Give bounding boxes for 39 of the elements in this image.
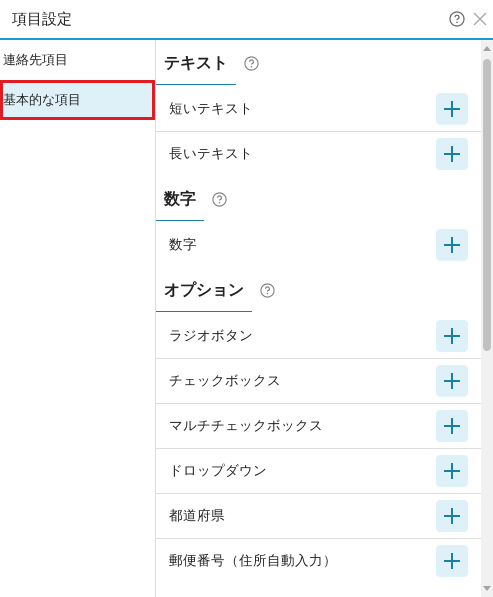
close-icon[interactable]	[473, 12, 487, 26]
help-icon[interactable]	[212, 192, 227, 206]
field-type-label: ラジオボタン	[169, 326, 253, 344]
add-button[interactable]	[436, 320, 468, 352]
plus-icon	[443, 326, 461, 344]
plus-icon	[443, 100, 461, 118]
plus-icon	[443, 145, 461, 163]
add-button[interactable]	[436, 500, 468, 532]
field-type-label: 郵便番号（住所自動入力）	[169, 552, 337, 570]
field-type-label: 都道府県	[169, 507, 225, 525]
field-type-label: ドロップダウン	[169, 462, 267, 480]
add-button[interactable]	[436, 365, 468, 397]
section-heading: テキスト	[156, 41, 236, 85]
sidebar-item[interactable]: 連絡先項目	[0, 40, 155, 80]
sidebar-item[interactable]: 基本的な項目	[0, 80, 155, 120]
section-heading: 数字	[156, 177, 204, 221]
add-button[interactable]	[436, 545, 468, 577]
section-heading: オプション	[156, 268, 252, 312]
plus-icon	[443, 507, 461, 525]
add-button[interactable]	[436, 92, 468, 124]
field-type-label: マルチチェックボックス	[169, 417, 323, 435]
plus-icon	[443, 462, 461, 480]
help-icon[interactable]	[244, 56, 259, 70]
help-icon[interactable]	[260, 282, 275, 298]
help-icon[interactable]	[449, 11, 465, 27]
field-type-label: 数字	[169, 236, 197, 254]
field-type-label: 短いテキスト	[169, 100, 253, 118]
add-button[interactable]	[436, 410, 468, 442]
add-button[interactable]	[436, 455, 468, 487]
window-title: 項目設定	[12, 10, 73, 28]
plus-icon	[443, 417, 461, 435]
add-button[interactable]	[436, 138, 468, 170]
plus-icon	[443, 372, 461, 390]
plus-icon	[443, 236, 461, 254]
field-type-label: チェックボックス	[169, 372, 281, 390]
field-type-label: 長いテキスト	[169, 145, 253, 163]
scrollbar[interactable]	[481, 40, 493, 597]
plus-icon	[443, 552, 461, 570]
add-button[interactable]	[436, 228, 468, 260]
